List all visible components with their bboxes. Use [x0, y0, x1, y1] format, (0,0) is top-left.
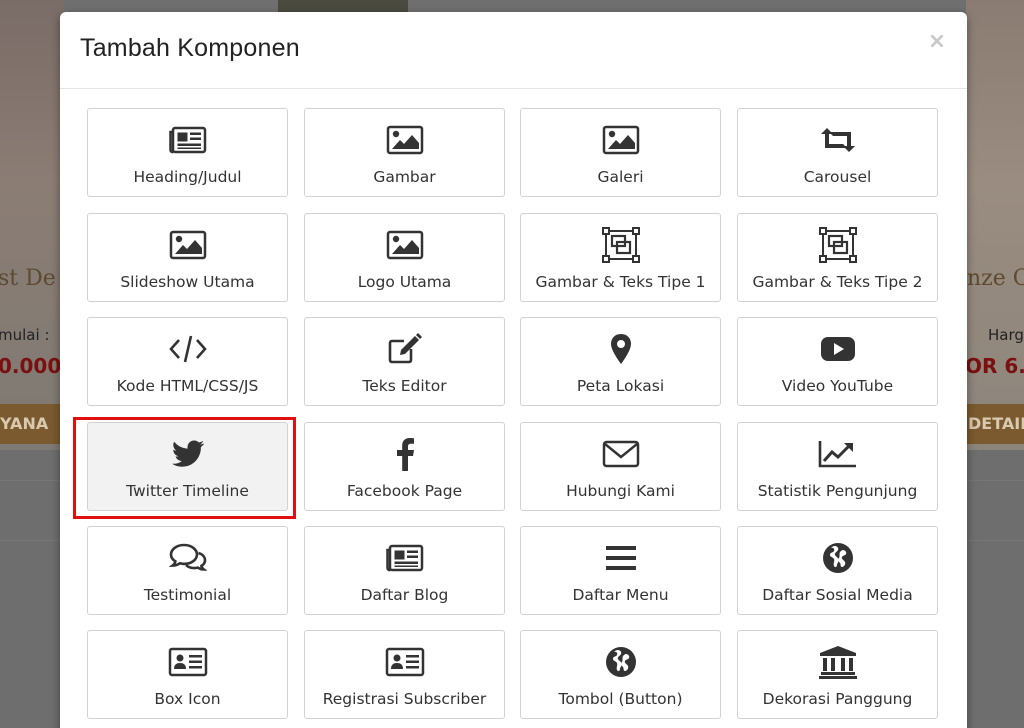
component-tile-gambar-teks-tipe-1[interactable]: Gambar & Teks Tipe 1: [520, 213, 721, 302]
bg-price-label-left: mulai :: [0, 326, 50, 344]
youtube-icon: [738, 334, 937, 364]
object-group-icon: [738, 227, 937, 263]
bg-button-right: DETAIL: [966, 404, 1024, 444]
component-label: Hubungi Kami: [566, 482, 675, 500]
component-tile-box-icon[interactable]: Box Icon: [87, 630, 288, 719]
component-tile-facebook-page[interactable]: Facebook Page: [304, 422, 505, 511]
component-tile-hubungi-kami[interactable]: Hubungi Kami: [520, 422, 721, 511]
component-tile-video-youtube[interactable]: Video YouTube: [737, 317, 938, 406]
component-label: Daftar Menu: [572, 586, 669, 604]
component-label: Slideshow Utama: [120, 273, 255, 291]
component-label: Registrasi Subscriber: [322, 690, 487, 708]
component-label: Twitter Timeline: [126, 482, 249, 500]
close-icon[interactable]: ×: [927, 30, 947, 54]
component-label: Daftar Sosial Media: [762, 586, 913, 604]
bg-product-title-left: st De: [0, 266, 56, 291]
globe-icon: [521, 647, 720, 677]
bg-button-left: YANA: [0, 404, 64, 444]
component-label: Logo Utama: [357, 273, 452, 291]
bars-icon: [521, 543, 720, 573]
bg-product-image-left: [0, 0, 64, 450]
envelope-icon: [521, 439, 720, 469]
newspaper-icon: [88, 125, 287, 155]
component-tile-slideshow-utama[interactable]: Slideshow Utama: [87, 213, 288, 302]
component-label: Kode HTML/CSS/JS: [116, 377, 259, 395]
screen: st De nze C mulai : Harg 0.000, OR 6.0 Y…: [0, 0, 1024, 728]
component-label: Gambar: [373, 168, 436, 186]
twitter-icon: [88, 439, 287, 469]
component-tile-gambar[interactable]: Gambar: [304, 108, 505, 197]
modal-title: Tambah Komponen: [80, 34, 300, 62]
bg-product-image-right: [966, 0, 1024, 450]
id-card-icon: [305, 647, 504, 677]
facebook-icon: [305, 438, 504, 471]
globe-icon: [738, 543, 937, 573]
bg-product-title-right: nze C: [967, 266, 1024, 291]
image-icon: [521, 125, 720, 155]
component-label: Gambar & Teks Tipe 1: [535, 273, 706, 291]
component-tile-statistik-pengunjung[interactable]: Statistik Pengunjung: [737, 422, 938, 511]
component-tile-daftar-menu[interactable]: Daftar Menu: [520, 526, 721, 615]
component-tile-galeri[interactable]: Galeri: [520, 108, 721, 197]
component-tile-tombol-button[interactable]: Tombol (Button): [520, 630, 721, 719]
component-label: Heading/Judul: [133, 168, 242, 186]
bank-icon: [738, 646, 937, 679]
component-label: Peta Lokasi: [576, 377, 665, 395]
component-tile-daftar-blog[interactable]: Daftar Blog: [304, 526, 505, 615]
line-chart-icon: [738, 439, 937, 469]
component-tile-dekorasi-panggung[interactable]: Dekorasi Panggung: [737, 630, 938, 719]
edit-icon: [305, 333, 504, 364]
component-tile-teks-editor[interactable]: Teks Editor: [304, 317, 505, 406]
component-tile-registrasi-subscriber[interactable]: Registrasi Subscriber: [304, 630, 505, 719]
component-label: Tombol (Button): [558, 690, 683, 708]
component-tile-kode-html-css-js[interactable]: Kode HTML/CSS/JS: [87, 317, 288, 406]
comments-icon: [88, 543, 287, 573]
component-label: Gambar & Teks Tipe 2: [752, 273, 923, 291]
id-card-icon: [88, 647, 287, 677]
component-label: Testimonial: [143, 586, 232, 604]
component-label: Galeri: [597, 168, 644, 186]
component-label: Daftar Blog: [360, 586, 449, 604]
component-label: Teks Editor: [362, 377, 447, 395]
component-tile-gambar-teks-tipe-2[interactable]: Gambar & Teks Tipe 2: [737, 213, 938, 302]
component-tile-peta-lokasi[interactable]: Peta Lokasi: [520, 317, 721, 406]
bg-price-right: OR 6.0: [965, 354, 1024, 378]
component-label: Carousel: [803, 168, 872, 186]
component-label: Statistik Pengunjung: [757, 482, 918, 500]
bg-price-label-right: Harg: [988, 326, 1024, 344]
component-label: Facebook Page: [346, 482, 463, 500]
component-label: Box Icon: [154, 690, 221, 708]
component-tile-heading-judul[interactable]: Heading/Judul: [87, 108, 288, 197]
modal-header: Tambah Komponen ×: [60, 12, 967, 89]
component-label: Video YouTube: [781, 377, 894, 395]
image-icon: [305, 230, 504, 260]
object-group-icon: [521, 227, 720, 263]
component-label: Dekorasi Panggung: [762, 690, 913, 708]
add-component-modal: Tambah Komponen × Heading/Judul Gambar Gal…: [60, 12, 967, 728]
bg-price-left: 0.000,: [0, 354, 69, 378]
component-tile-carousel[interactable]: Carousel: [737, 108, 938, 197]
retweet-icon: [738, 125, 937, 155]
code-icon: [88, 334, 287, 364]
component-tile-logo-utama[interactable]: Logo Utama: [304, 213, 505, 302]
component-tile-daftar-sosial-media[interactable]: Daftar Sosial Media: [737, 526, 938, 615]
component-tile-testimonial[interactable]: Testimonial: [87, 526, 288, 615]
component-tile-twitter-timeline[interactable]: Twitter Timeline: [87, 422, 288, 511]
map-marker-icon: [521, 334, 720, 364]
newspaper-icon: [305, 543, 504, 573]
bg-product-image-mid: [278, 0, 408, 12]
image-icon: [305, 125, 504, 155]
image-icon: [88, 230, 287, 260]
